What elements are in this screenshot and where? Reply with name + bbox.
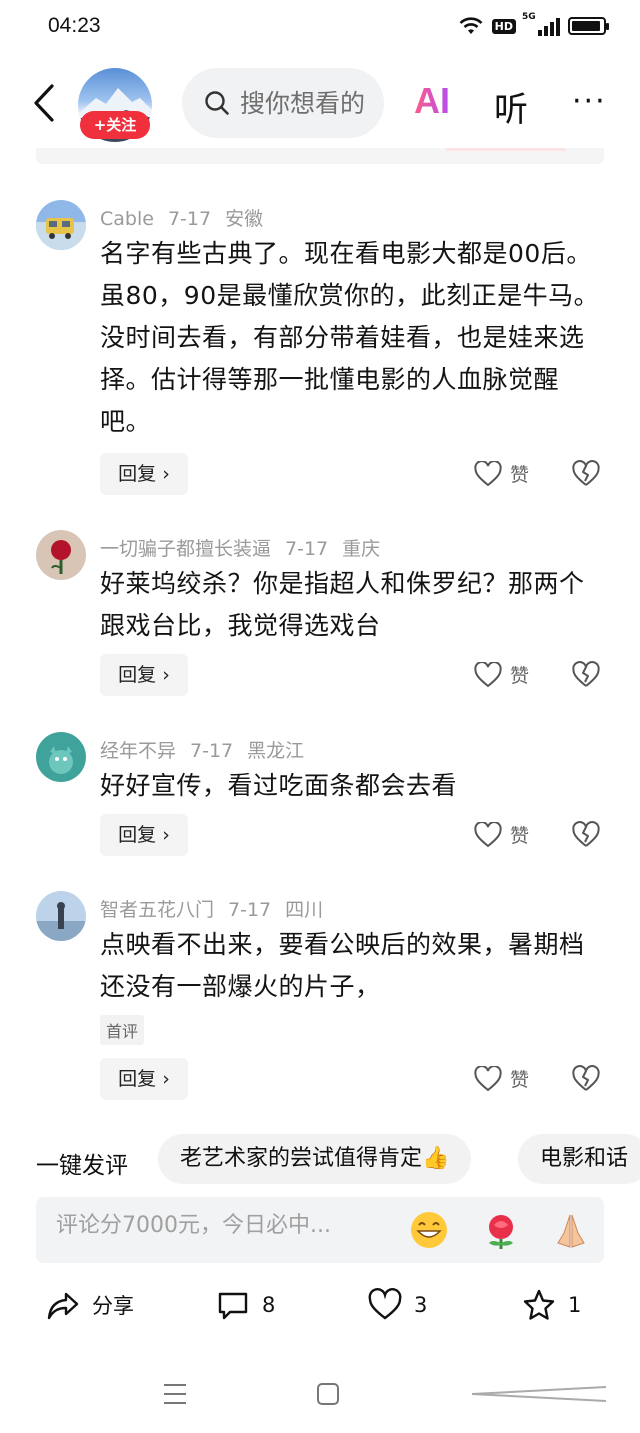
reply-button[interactable]: 回复 › [100, 453, 188, 495]
reply-button[interactable]: 回复 › [100, 654, 188, 696]
like-button[interactable]: 赞 [474, 821, 529, 848]
top-nav-bar: +关注 AI 听 ··· [0, 62, 640, 146]
search-icon [205, 91, 229, 115]
broken-heart-icon[interactable] [572, 821, 600, 849]
follow-button[interactable]: +关注 [80, 111, 150, 139]
menu-nav-icon[interactable] [162, 1382, 188, 1406]
share-label: 分享 [92, 1294, 134, 1318]
grin-emoji-icon[interactable] [408, 1209, 450, 1251]
comment-username[interactable]: Cable [100, 208, 154, 230]
comment-meta: Cable 7-17 安徽 [100, 204, 277, 231]
like-label: 赞 [510, 665, 530, 687]
comment-date: 7-17 [167, 208, 212, 230]
comment-input[interactable] [56, 1213, 396, 1238]
heart-icon [474, 1065, 502, 1091]
comment-date: 7-17 [190, 740, 234, 762]
home-nav-icon[interactable] [316, 1382, 340, 1406]
status-bar: 04:23 HD 5G [0, 0, 640, 58]
comment-meta: 一切骗子都擅长装逼 7-17 重庆 [100, 534, 394, 561]
reply-button[interactable]: 回复 › [100, 1058, 188, 1100]
wifi-icon [459, 17, 483, 34]
search-bar[interactable] [182, 68, 384, 138]
comment-text: 好好宣传，看过吃面条都会去看 [100, 771, 458, 800]
listen-button[interactable]: 听 [494, 82, 528, 131]
back-button[interactable] [26, 80, 62, 126]
search-input[interactable] [240, 88, 370, 118]
broken-heart-icon[interactable] [572, 1065, 600, 1093]
like-button[interactable]: 赞 [474, 661, 529, 688]
comment-icon [218, 1292, 248, 1320]
quick-comment-chip[interactable]: 老艺术家的尝试值得肯定👍 [158, 1134, 472, 1184]
comment-meta: 经年不异 7-17 黑龙江 [100, 736, 318, 763]
back-gesture-icon[interactable] [468, 1384, 608, 1404]
pray-emoji-icon[interactable] [550, 1209, 592, 1251]
comment-username[interactable]: 经年不异 [100, 740, 176, 762]
like-label: 赞 [510, 464, 530, 486]
like-count-button[interactable]: 3 [368, 1288, 427, 1322]
comment-input-bar[interactable] [36, 1197, 604, 1263]
favorite-button[interactable]: 1 [522, 1288, 581, 1322]
comment-location: 四川 [285, 899, 324, 921]
ai-button[interactable]: AI [414, 80, 450, 122]
favorite-count: 1 [568, 1293, 582, 1317]
quick-comment-label: 一键发评 [36, 1153, 128, 1179]
like-button[interactable]: 赞 [474, 1065, 529, 1092]
heart-icon [368, 1288, 402, 1320]
like-button[interactable]: 赞 [474, 460, 529, 487]
system-nav-bar [0, 1368, 640, 1424]
comment-count: 8 [262, 1293, 276, 1317]
comment-text: 点映看不出来，要看公映后的效果，暑期档还没有一部爆火的片子， [100, 930, 585, 1001]
battery-icon [568, 17, 609, 35]
like-count: 3 [414, 1293, 428, 1317]
comment-username[interactable]: 一切骗子都擅长装逼 [100, 538, 271, 560]
heart-icon [474, 460, 502, 486]
comment-username[interactable]: 智者五花八门 [100, 899, 214, 921]
user-avatar[interactable] [36, 530, 86, 580]
like-label: 赞 [510, 825, 530, 847]
quick-comment-row: 一键发评 老艺术家的尝试值得肯定👍 电影和话 [0, 1134, 640, 1184]
hd-icon: HD [491, 18, 516, 34]
comment-text: 好莱坞绞杀？你是指超人和侏罗纪？那两个跟戏台比，我觉得选戏台 [100, 569, 585, 640]
status-time: 04:23 [48, 14, 101, 37]
comment-text: 名字有些古典了。现在看电影大都是00后。虽80，90是最懂欣赏你的，此刻正是牛马… [100, 239, 600, 436]
share-icon [47, 1292, 79, 1320]
first-comment-badge: 首评 [100, 1015, 145, 1045]
comment-date: 7-17 [285, 538, 329, 560]
back-arrow-icon [34, 84, 54, 122]
rose-emoji-icon[interactable] [480, 1209, 522, 1251]
heart-icon [474, 661, 502, 687]
like-label: 赞 [510, 1069, 530, 1091]
more-menu-button[interactable]: ··· [572, 84, 607, 119]
comment-count-button[interactable]: 8 [216, 1288, 275, 1322]
comment-location: 重庆 [342, 538, 381, 560]
share-button[interactable]: 分享 [46, 1288, 134, 1322]
signal-icon: 5G [522, 12, 560, 36]
user-avatar[interactable] [36, 200, 86, 250]
bottom-action-bar: 分享 8 3 1 [0, 1288, 640, 1338]
broken-heart-icon[interactable] [572, 460, 600, 488]
status-icons: HD 5G [458, 12, 609, 36]
reply-button[interactable]: 回复 › [100, 814, 188, 856]
comment-location: 安徽 [225, 208, 264, 230]
star-icon [523, 1289, 555, 1320]
comment-date: 7-17 [228, 899, 272, 921]
comment-location: 黑龙江 [247, 740, 305, 762]
broken-heart-icon[interactable] [572, 661, 600, 689]
quick-comment-chip[interactable]: 电影和话 [518, 1134, 640, 1184]
comment-meta: 智者五花八门 7-17 四川 [100, 895, 337, 922]
user-avatar[interactable] [36, 732, 86, 782]
heart-icon [474, 821, 502, 847]
user-avatar[interactable] [36, 891, 86, 941]
previous-content-edge [36, 148, 604, 164]
